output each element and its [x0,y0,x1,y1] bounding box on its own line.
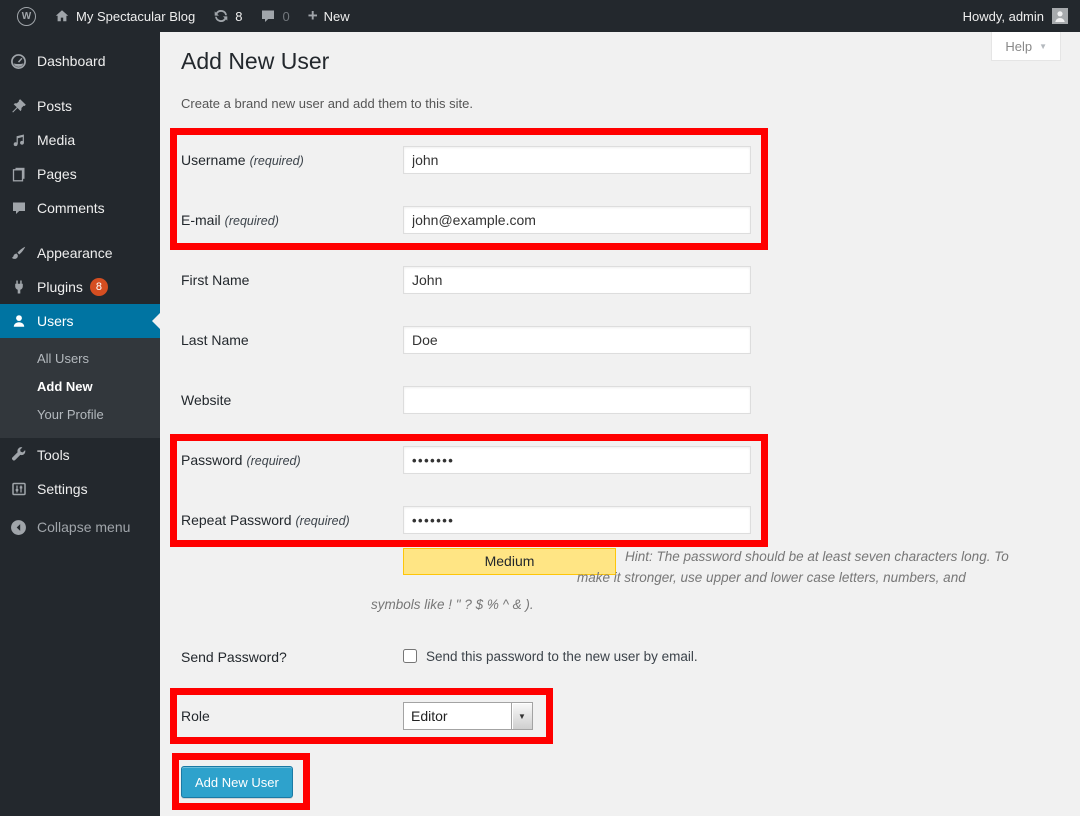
dashboard-icon [0,53,37,70]
repeat-password-label: Repeat Password(required) [181,506,350,535]
update-count: 8 [235,9,242,24]
comment-bubble-icon [260,8,276,24]
website-label: Website [181,386,231,414]
site-name-link[interactable]: My Spectacular Blog [45,0,204,32]
submenu-item-your-profile[interactable]: Your Profile [0,401,160,429]
sidebar-item-label: Media [37,132,75,148]
sidebar-item-posts[interactable]: Posts [0,89,160,123]
comment-bubble-icon [0,200,37,216]
submenu-item-add-new[interactable]: Add New [0,373,160,401]
website-input[interactable] [403,386,751,414]
avatar[interactable] [1052,8,1068,24]
comment-count: 0 [282,9,289,24]
username-label: Username(required) [181,146,304,175]
username-input[interactable] [403,146,751,174]
last-name-input[interactable] [403,326,751,354]
required-note: (required) [246,454,300,468]
page-title: Add New User [181,46,329,76]
help-label: Help [1005,39,1032,54]
submenu-item-all-users[interactable]: All Users [0,345,160,373]
admin-sidebar: Dashboard Posts Media Pages [0,32,160,816]
main-content: Help ▼ Add New User Create a brand new u… [160,32,1080,816]
sidebar-item-settings[interactable]: Settings [0,472,160,506]
update-icon [213,8,229,24]
page-description: Create a brand new user and add them to … [181,96,473,111]
menu-separator [0,225,160,236]
help-tab[interactable]: Help ▼ [991,32,1061,61]
media-icon [0,132,37,148]
required-note: (required) [250,154,304,168]
new-content-menu[interactable]: + New [299,0,359,32]
menu-separator [0,78,160,89]
updates-link[interactable]: 8 [204,0,251,32]
pages-icon [0,166,37,182]
sliders-icon [0,481,37,497]
plug-icon [0,279,37,295]
sidebar-item-users[interactable]: Users [0,304,160,338]
sidebar-item-media[interactable]: Media [0,123,160,157]
last-name-label: Last Name [181,326,249,354]
sidebar-item-label: Comments [37,200,105,216]
first-name-input[interactable] [403,266,751,294]
collapse-menu-button[interactable]: Collapse menu [0,510,160,544]
admin-bar-right: Howdy, admin [963,8,1080,24]
wrench-icon [0,447,37,463]
sidebar-item-label: Users [37,313,74,329]
sidebar-item-label: Plugins [37,279,83,295]
first-name-label: First Name [181,266,249,294]
pushpin-icon [0,98,37,114]
send-password-checkbox-label: Send this password to the new user by em… [426,644,698,670]
sidebar-item-label: Posts [37,98,72,114]
sidebar-item-label: Dashboard [37,53,106,69]
sidebar-item-label: Appearance [37,245,113,261]
password-hint-line: make it stronger, use upper and lower ca… [577,570,966,585]
sidebar-item-label: Pages [37,166,77,182]
wordpress-admin-screen: W My Spectacular Blog 8 0 [0,0,1080,816]
caret-down-icon: ▼ [1039,42,1047,51]
sidebar-item-label: Settings [37,481,88,497]
wordpress-logo-icon: W [17,7,36,26]
plus-icon: + [308,7,318,24]
wordpress-logo-menu[interactable]: W [8,0,45,32]
comments-link[interactable]: 0 [251,0,298,32]
admin-bar-left: W My Spectacular Blog 8 0 [0,0,359,32]
email-input[interactable] [403,206,751,234]
send-password-label: Send Password? [181,644,287,670]
plugins-update-badge: 8 [90,278,108,296]
admin-bar: W My Spectacular Blog 8 0 [0,0,1080,32]
role-select[interactable]: Editor ▼ [403,702,533,730]
sidebar-item-appearance[interactable]: Appearance [0,236,160,270]
sidebar-item-comments[interactable]: Comments [0,191,160,225]
sidebar-item-plugins[interactable]: Plugins 8 [0,270,160,304]
repeat-password-input[interactable] [403,506,751,534]
password-label: Password(required) [181,446,301,475]
site-name: My Spectacular Blog [76,9,195,24]
sidebar-item-dashboard[interactable]: Dashboard [0,44,160,78]
new-label: New [324,9,350,24]
user-icon [0,313,37,329]
home-icon [54,8,70,24]
role-label: Role [181,702,210,730]
required-note: (required) [225,214,279,228]
users-submenu: All Users Add New Your Profile [0,338,160,438]
howdy-text[interactable]: Howdy, admin [963,9,1044,24]
email-label: E-mail(required) [181,206,279,235]
password-input[interactable] [403,446,751,474]
role-selected-value: Editor [404,703,511,729]
sidebar-item-tools[interactable]: Tools [0,438,160,472]
sidebar-item-label: Collapse menu [37,519,130,535]
add-new-user-button[interactable]: Add New User [181,766,293,798]
password-hint-line: Hint: The password should be at least se… [625,549,1009,564]
collapse-arrow-icon [0,519,37,536]
required-note: (required) [296,514,350,528]
sidebar-item-pages[interactable]: Pages [0,157,160,191]
dropdown-arrow-icon: ▼ [511,703,532,729]
password-hint-line: symbols like ! " ? $ % ^ & ). [371,597,534,612]
sidebar-item-label: Tools [37,447,70,463]
send-password-checkbox[interactable] [403,649,417,663]
paintbrush-icon [0,245,37,261]
